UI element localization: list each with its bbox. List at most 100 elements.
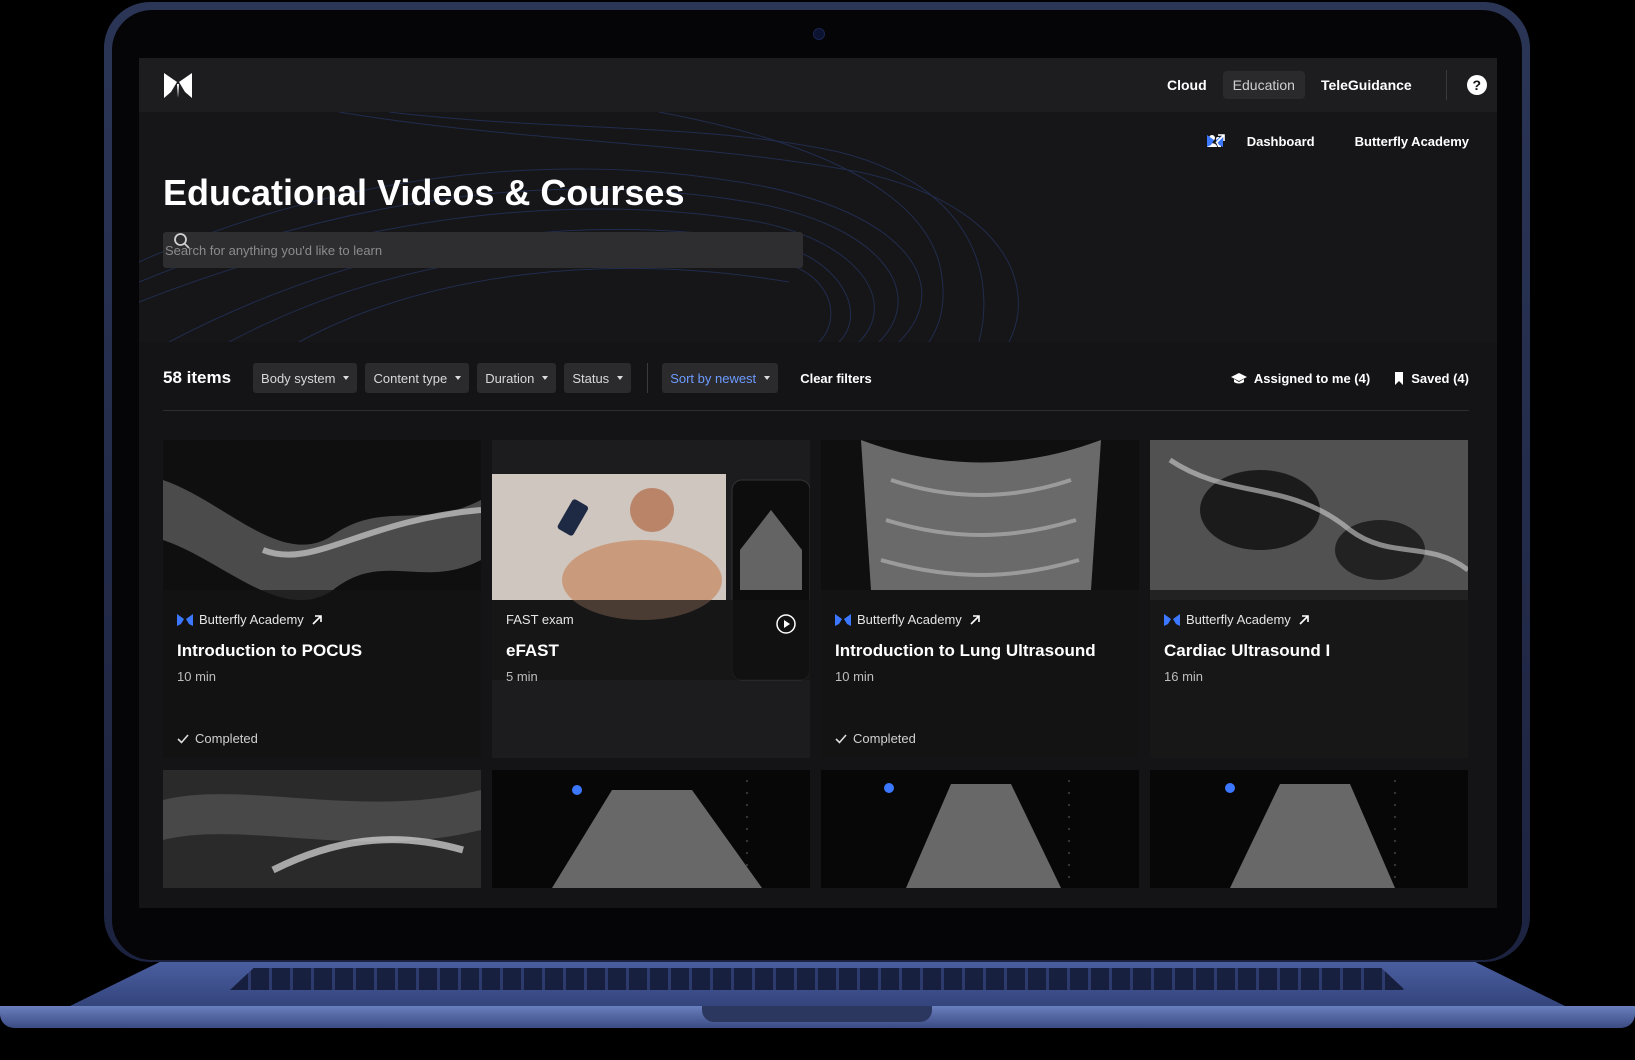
- card-source-label: FAST exam: [506, 612, 574, 627]
- video-thumbnail: [492, 440, 810, 758]
- filter-divider: [647, 363, 649, 393]
- bookmark-icon: [1395, 371, 1404, 385]
- play-icon[interactable]: [776, 614, 796, 634]
- filter-body-system[interactable]: Body system: [253, 363, 358, 393]
- hero-section: Dashboard Butterfly Academy Educational …: [139, 112, 1497, 342]
- caret-down-icon: [764, 376, 771, 380]
- right-filters: Assigned to me (4) Saved (4): [1207, 371, 1469, 386]
- course-card[interactable]: FAST exam eFAST 5 min: [492, 440, 810, 758]
- butterfly-icon: [1164, 613, 1180, 626]
- filter-label: Status: [572, 370, 610, 386]
- course-card[interactable]: [821, 770, 1139, 888]
- filter-duration[interactable]: Duration: [477, 363, 557, 393]
- ultrasound-thumbnail: [821, 440, 1139, 758]
- laptop-base: [0, 962, 1635, 1060]
- filter-label: Body system: [261, 370, 336, 386]
- external-link-icon: [312, 614, 322, 625]
- card-meta: FAST exam eFAST 5 min: [506, 612, 796, 684]
- dashboard-link-label: Dashboard: [1246, 134, 1315, 149]
- assigned-to-me-filter[interactable]: Assigned to me (4): [1230, 370, 1371, 386]
- card-duration: 10 min: [177, 669, 217, 684]
- external-link-icon: [1215, 134, 1225, 144]
- card-meta: Butterfly Academy Cardiac Ultrasound I 1…: [1164, 612, 1454, 684]
- filter-content-type[interactable]: Content type: [365, 363, 470, 393]
- card-source-label: Butterfly Academy: [199, 612, 304, 627]
- search-input[interactable]: [163, 241, 803, 259]
- nav-divider: [1445, 70, 1447, 100]
- filter-status[interactable]: Status: [564, 363, 632, 393]
- card-source: Butterfly Academy: [835, 612, 1125, 627]
- external-link-icon: [1299, 614, 1309, 625]
- nav-cloud[interactable]: Cloud: [1157, 71, 1217, 99]
- completed-status: Completed: [177, 731, 258, 746]
- page-title: Educational Videos & Courses: [163, 172, 685, 213]
- keyboard-keys: [230, 968, 1405, 990]
- check-icon: [177, 733, 189, 744]
- completed-status: Completed: [835, 731, 916, 746]
- course-card[interactable]: Butterfly Academy Introduction to POCUS …: [163, 440, 481, 758]
- nav-education[interactable]: Education: [1222, 71, 1305, 99]
- external-link-icon: [970, 614, 980, 625]
- item-count: 58 items: [163, 368, 232, 387]
- clear-filters-button[interactable]: Clear filters: [800, 371, 872, 386]
- filter-label: Duration: [485, 370, 535, 386]
- card-meta: Butterfly Academy Introduction to POCUS …: [177, 612, 467, 684]
- graduation-cap-icon: [1230, 372, 1247, 383]
- sort-label: Sort by newest: [670, 370, 757, 386]
- butterfly-icon: [177, 613, 193, 626]
- top-navigation-bar: Cloud Education TeleGuidance ?: [139, 58, 1497, 112]
- ultrasound-thumbnail: [492, 770, 810, 888]
- sort-dropdown[interactable]: Sort by newest: [662, 363, 779, 393]
- app-screen: Cloud Education TeleGuidance ? Dashboard…: [139, 58, 1497, 908]
- card-title: Introduction to POCUS: [177, 641, 363, 660]
- filter-bar: 58 items Body system Content type Durati…: [163, 358, 1469, 398]
- course-card[interactable]: Butterfly Academy Cardiac Ultrasound I 1…: [1150, 440, 1468, 758]
- caret-down-icon: [455, 376, 462, 380]
- completed-label: Completed: [853, 731, 916, 746]
- card-source: FAST exam: [506, 612, 796, 627]
- dashboard-link[interactable]: Dashboard: [1206, 134, 1315, 149]
- search-icon: [174, 233, 190, 249]
- butterfly-logo-icon[interactable]: [161, 68, 195, 102]
- completed-label: Completed: [195, 731, 258, 746]
- butterfly-academy-link[interactable]: Butterfly Academy: [1206, 134, 1469, 149]
- butterfly-icon: [835, 613, 851, 626]
- card-title: Introduction to Lung Ultrasound: [835, 641, 1096, 660]
- card-duration: 10 min: [835, 669, 875, 684]
- card-duration: 5 min: [506, 669, 538, 684]
- card-title: Cardiac Ultrasound I: [1164, 641, 1331, 660]
- card-meta: Butterfly Academy Introduction to Lung U…: [835, 612, 1125, 684]
- course-card[interactable]: [1150, 770, 1468, 888]
- saved-filter[interactable]: Saved (4): [1394, 371, 1469, 386]
- filter-label: Content type: [373, 370, 448, 386]
- card-source: Butterfly Academy: [177, 612, 467, 627]
- search-bar: [163, 232, 803, 268]
- card-title: eFAST: [506, 641, 559, 660]
- main-nav: Cloud Education TeleGuidance ?: [1151, 58, 1497, 112]
- assigned-label: Assigned to me (4): [1253, 370, 1371, 386]
- card-source-label: Butterfly Academy: [1186, 612, 1291, 627]
- ultrasound-thumbnail: [1150, 770, 1468, 888]
- butterfly-academy-label: Butterfly Academy: [1354, 134, 1469, 149]
- hero-links: Dashboard Butterfly Academy: [1206, 134, 1469, 149]
- nav-teleguidance[interactable]: TeleGuidance: [1311, 71, 1422, 99]
- camera-icon: [813, 28, 825, 40]
- ultrasound-thumbnail: [821, 770, 1139, 888]
- card-source: Butterfly Academy: [1164, 612, 1454, 627]
- ultrasound-thumbnail: [1150, 440, 1468, 758]
- section-divider: [163, 410, 1469, 411]
- laptop-notch: [702, 1006, 932, 1022]
- ultrasound-thumbnail: [163, 770, 481, 888]
- course-card[interactable]: [492, 770, 810, 888]
- card-duration: 16 min: [1164, 669, 1204, 684]
- saved-label: Saved (4): [1411, 370, 1469, 386]
- card-source-label: Butterfly Academy: [857, 612, 962, 627]
- ultrasound-thumbnail: [163, 440, 481, 758]
- course-card[interactable]: [163, 770, 481, 888]
- caret-down-icon: [542, 376, 549, 380]
- help-icon[interactable]: ?: [1466, 75, 1487, 95]
- course-card[interactable]: Butterfly Academy Introduction to Lung U…: [821, 440, 1139, 758]
- caret-down-icon: [617, 376, 624, 380]
- caret-down-icon: [343, 376, 350, 380]
- check-icon: [835, 733, 847, 744]
